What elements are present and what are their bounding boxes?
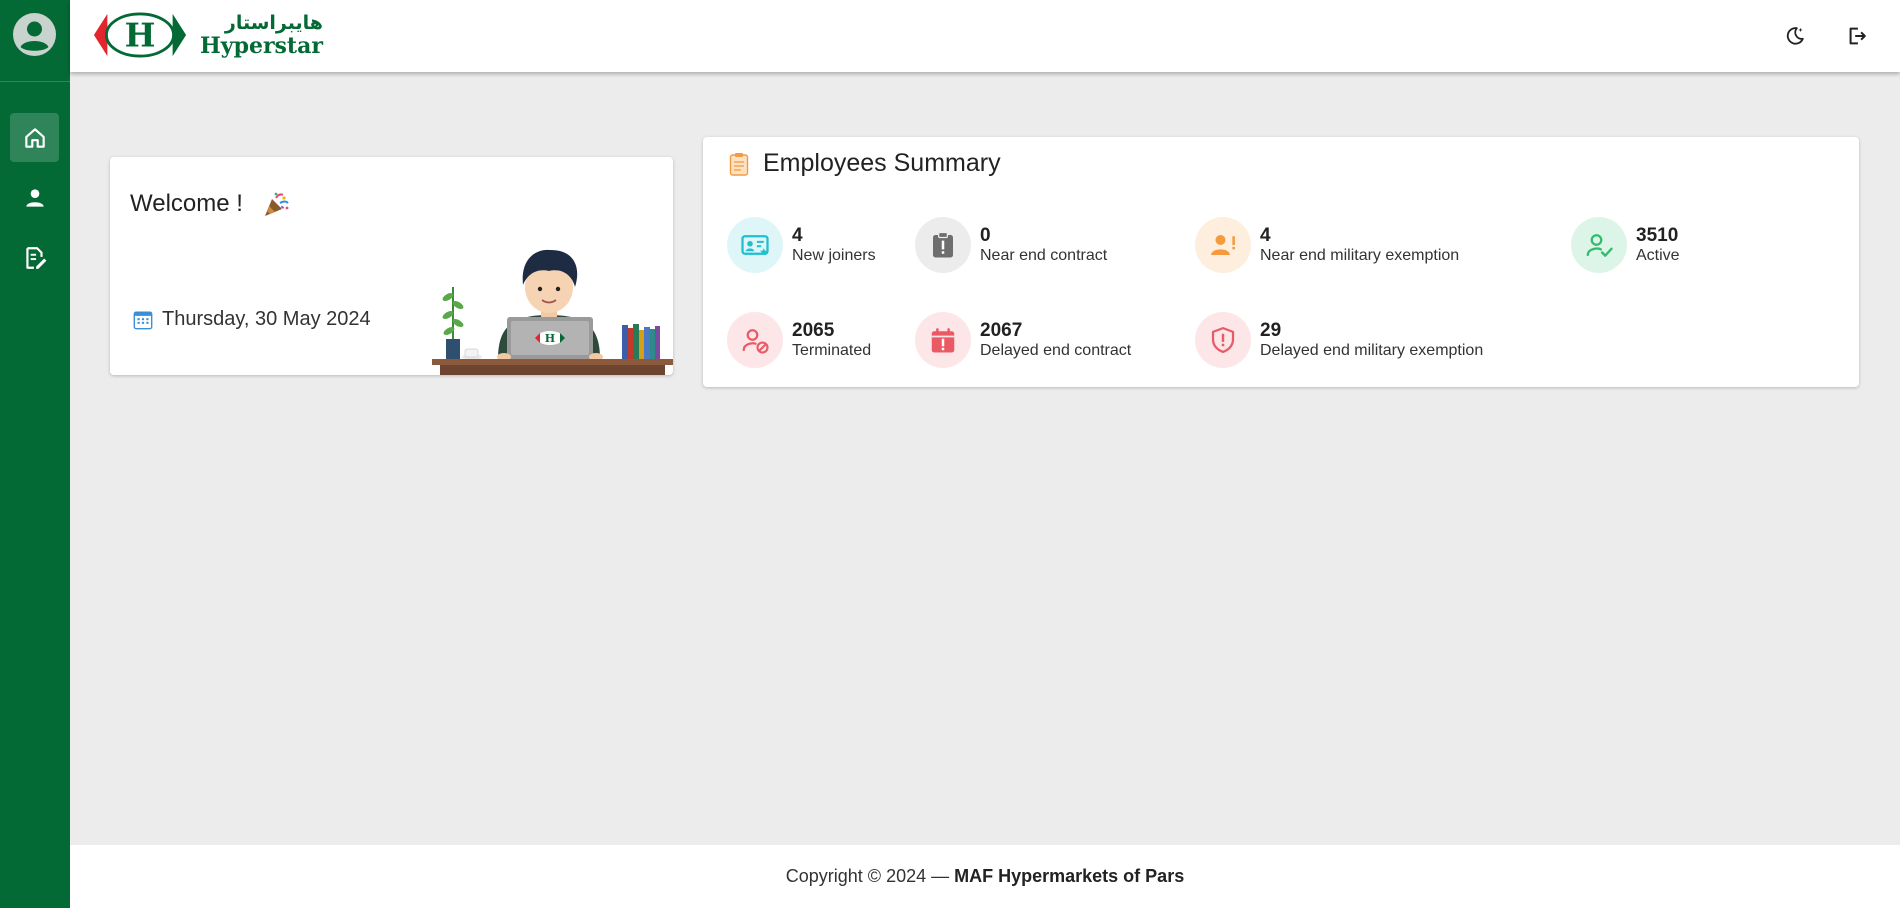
stat-label: New joiners (792, 246, 876, 264)
sidebar (0, 0, 70, 908)
stat-value: 29 (1260, 319, 1282, 341)
stat-value: 4 (792, 224, 803, 246)
stat-value: 3510 (1636, 224, 1679, 246)
stat-value: 0 (980, 224, 991, 246)
moon-icon (1786, 27, 1804, 45)
person-icon (25, 188, 44, 207)
user-avatar-icon[interactable] (12, 12, 57, 57)
clipboard-alert-icon (933, 231, 953, 258)
person-alert-icon (1211, 235, 1235, 255)
stat-value: 2067 (980, 319, 1023, 341)
stat-label: Near end contract (980, 246, 1108, 264)
hyperstar-logo[interactable]: H هايبراستار Hyperstar (92, 10, 323, 60)
logout-icon (1849, 27, 1866, 45)
sidebar-item-profile[interactable] (10, 173, 59, 222)
footer: Copyright © 2024 — MAF Hypermarkets of P… (70, 845, 1900, 908)
sidebar-divider (0, 81, 70, 82)
date-row: Thursday, 30 May 2024 (132, 308, 371, 331)
shield-alert-icon (1211, 327, 1235, 353)
top-bar: H هايبراستار Hyperstar (70, 0, 1900, 72)
stat-delayed-end-contract[interactable]: 2067 Delayed end contract (915, 312, 1131, 368)
hyperstar-h-logo-icon: H (93, 12, 187, 58)
stat-new-joiners[interactable]: 4 New joiners (727, 217, 876, 273)
logo-arabic-text: هايبراستار (224, 11, 323, 34)
welcome-title: Welcome ! (130, 190, 243, 217)
logout-button[interactable] (1840, 19, 1874, 53)
stat-label: Delayed end contract (980, 341, 1132, 359)
party-popper-icon (265, 192, 289, 216)
stat-value: 2065 (792, 319, 835, 341)
employees-summary-card: Employees Summary 4 New joiners 0 Near e… (703, 137, 1859, 387)
stat-delayed-end-military-exemption[interactable]: 29 Delayed end military exemption (1195, 312, 1483, 368)
current-date: Thursday, 30 May 2024 (162, 308, 371, 330)
stat-label: Near end military exemption (1260, 246, 1460, 264)
calendar-icon (133, 311, 153, 329)
person-at-laptop-illustration: H (432, 249, 673, 375)
clipboard-icon (729, 152, 749, 176)
stat-label: Active (1636, 246, 1680, 264)
stat-active[interactable]: 3510 Active (1571, 217, 1680, 273)
logo-latin-text: Hyperstar (200, 32, 323, 59)
home-icon (24, 127, 45, 148)
person-check-icon (1586, 234, 1613, 257)
welcome-card: Welcome ! Thursday, 30 May 2024 H (110, 157, 673, 375)
stat-label: Terminated (792, 341, 872, 359)
edit-document-icon (25, 246, 46, 269)
calendar-alert-icon (931, 328, 955, 353)
stat-value: 4 (1260, 224, 1271, 246)
person-blocked-icon (742, 329, 769, 354)
id-card-icon (741, 235, 769, 255)
svg-text:H: H (125, 16, 156, 55)
stat-label: Delayed end military exemption (1260, 341, 1484, 359)
sidebar-item-home[interactable] (10, 113, 59, 162)
footer-copyright: Copyright © 2024 — (785, 866, 950, 886)
theme-toggle-button[interactable] (1778, 19, 1812, 53)
svg-text:H: H (545, 332, 555, 345)
stat-near-end-military-exemption[interactable]: 4 Near end military exemption (1195, 217, 1459, 273)
summary-title: Employees Summary (763, 149, 1001, 177)
sidebar-item-requests[interactable] (10, 233, 59, 282)
footer-company: MAF Hypermarkets of Pars (954, 866, 1185, 886)
stat-terminated[interactable]: 2065 Terminated (727, 312, 871, 368)
stat-near-end-contract[interactable]: 0 Near end contract (915, 217, 1107, 273)
